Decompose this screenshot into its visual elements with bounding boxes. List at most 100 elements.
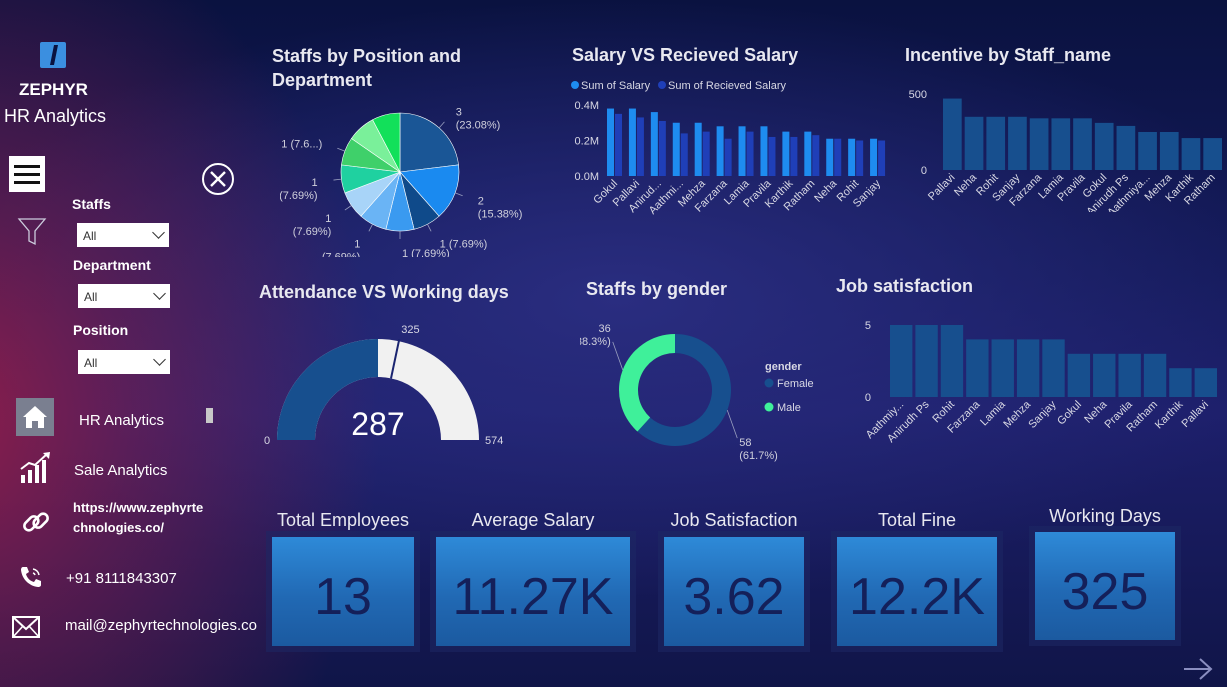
salary-bar (768, 136, 776, 176)
incentive-bar (1203, 138, 1222, 170)
website-link-line2[interactable]: chnologies.co/ (73, 520, 164, 535)
kpi-card-average-salary: 11.27K (436, 537, 630, 646)
jobsat-bar (915, 325, 938, 397)
jobsat-bar (1118, 353, 1141, 397)
x-tick-label: Pallavi (926, 172, 957, 203)
growth-chart-icon[interactable] (19, 451, 53, 485)
legend-label: Sum of Salary (581, 80, 651, 92)
kpi-value-working-days: 325 (1061, 563, 1149, 621)
salary-bar (694, 122, 702, 176)
position-dropdown[interactable]: All (78, 350, 170, 374)
pie-data-label: 1 (7.6...) (281, 138, 322, 150)
pie-data-label-line: 1 (325, 213, 331, 225)
jobsat-bar (1143, 353, 1167, 397)
incentive-bar (1008, 116, 1027, 170)
jobsat-bar-chart: 05Aathmiy...Anirudh PsRohitFarzanaLamiaM… (864, 320, 1217, 445)
jobsat-bar (1194, 368, 1217, 397)
salary-bar (826, 138, 834, 176)
arrow-right-icon[interactable] (1182, 656, 1214, 682)
phone-icon (18, 564, 44, 590)
pie-data-label: 1(7.69%) (322, 239, 361, 257)
donut-data-label-line: 36 (598, 323, 610, 335)
scroll-thumb[interactable] (206, 408, 213, 423)
jobsat-bar (1016, 339, 1040, 397)
website-link-line1[interactable]: https://www.zephyrte (73, 500, 203, 515)
nav-hr-analytics[interactable]: HR Analytics (79, 412, 164, 429)
nav-sale-analytics[interactable]: Sale Analytics (74, 462, 167, 479)
pie-chart-title: Staffs by Position and Department (272, 46, 462, 90)
attendance-gauge: 287 325 0 574 (264, 324, 503, 447)
x-tick-label: Neha (812, 177, 840, 205)
legend-label: Sum of Recieved Salary (668, 80, 786, 92)
gauge-value: 287 (351, 406, 404, 442)
salary-bar (615, 113, 622, 176)
incentive-bar (943, 98, 962, 170)
pie-data-label-line: 1 (354, 239, 360, 251)
filter-label-position: Position (73, 322, 129, 338)
pie-data-label-line: 1 (311, 177, 317, 189)
y-tick-label: 500 (909, 89, 927, 101)
staffs-dropdown[interactable]: All (77, 223, 169, 247)
pie-data-label: 3 (23.08%) (456, 106, 501, 131)
filter-label-staffs: Staffs (72, 196, 111, 212)
salary-bar (702, 131, 710, 176)
salary-bar (848, 138, 856, 176)
incentive-bar (964, 116, 984, 170)
department-dropdown[interactable]: All (78, 284, 170, 308)
y-tick-label: 0.0M (575, 171, 599, 183)
y-tick-label: 0 (921, 165, 927, 177)
department-dropdown-value: All (84, 290, 98, 304)
jobsat-bar (991, 339, 1014, 397)
x-tick-label: Gokul (1055, 399, 1084, 428)
chevron-down-icon (153, 287, 166, 300)
incentive-bar (1181, 138, 1201, 170)
incentive-bar (1138, 132, 1157, 170)
pie-data-label: 2 (15.38%) (478, 196, 523, 221)
x-tick-label: Pallavi (1180, 399, 1211, 430)
x-tick-label: Sanjay (1026, 398, 1059, 431)
staffs-dropdown-value: All (83, 229, 97, 243)
pie-data-label-line: 3 (456, 106, 462, 118)
menu-icon[interactable] (9, 156, 45, 192)
salary-bar (878, 140, 886, 176)
phone-number: +91 8111843307 (66, 570, 177, 587)
salary-bar (716, 126, 724, 176)
kpi-title-average-salary: Average Salary (471, 510, 595, 530)
kpi-value-average-salary: 11.27K (452, 568, 614, 626)
pie-data-label-line: (7.69%) (293, 226, 332, 238)
close-icon[interactable] (200, 161, 236, 197)
pie-data-label: 1(7.69%) (280, 177, 318, 202)
donut-leader-line (612, 341, 624, 371)
pie-data-label-line: 1 (7.6...) (281, 138, 322, 150)
pie-data-label-line: (7.69%) (322, 252, 361, 257)
legend-marker (658, 81, 666, 89)
pie-leader-line (438, 121, 445, 129)
incentive-bar-chart: 0500PallaviNehaRohitSanjayFarzanaLamiaPr… (909, 89, 1222, 212)
jobsat-chart-title: Job satisfaction (836, 276, 974, 296)
kpi-title-total-employees: Total Employees (276, 510, 410, 530)
kpi-value-job-satisfaction: 3.62 (683, 568, 785, 626)
jobsat-bar (1169, 368, 1192, 397)
pie-data-label-line: 1 (7.69%) (402, 248, 450, 257)
brand-name: ZEPHYR (19, 80, 88, 99)
kpi-title-total-fine: Total Fine (877, 510, 957, 530)
incentive-bar (1159, 132, 1179, 170)
gauge-target-label: 325 (401, 324, 419, 336)
pie-data-label-line: (15.38%) (478, 209, 523, 221)
jobsat-bar (966, 339, 989, 397)
salary-bar-chart: Sum of Salary Sum of Recieved Salary 0.0M 0… (571, 80, 886, 217)
donut-data-label-line: 58 (739, 437, 751, 449)
pie-data-label-line: (7.69%) (280, 190, 318, 202)
home-icon[interactable] (16, 398, 54, 436)
kpi-value-total-employees: 13 (314, 568, 372, 626)
gender-donut-chart: 58(61.7%) 36(38.3%) gender Female Male (580, 323, 814, 462)
link-icon (20, 506, 52, 538)
donut-legend-label: Female (777, 378, 814, 390)
pie-leader-line (368, 224, 373, 232)
donut-leader-line (726, 409, 738, 439)
salary-bar (760, 126, 768, 176)
donut-data-label-line: (61.7%) (739, 450, 778, 462)
y-tick-label: 5 (865, 320, 871, 332)
salary-bar (804, 131, 812, 176)
brand-subtitle: HR Analytics (4, 106, 107, 126)
